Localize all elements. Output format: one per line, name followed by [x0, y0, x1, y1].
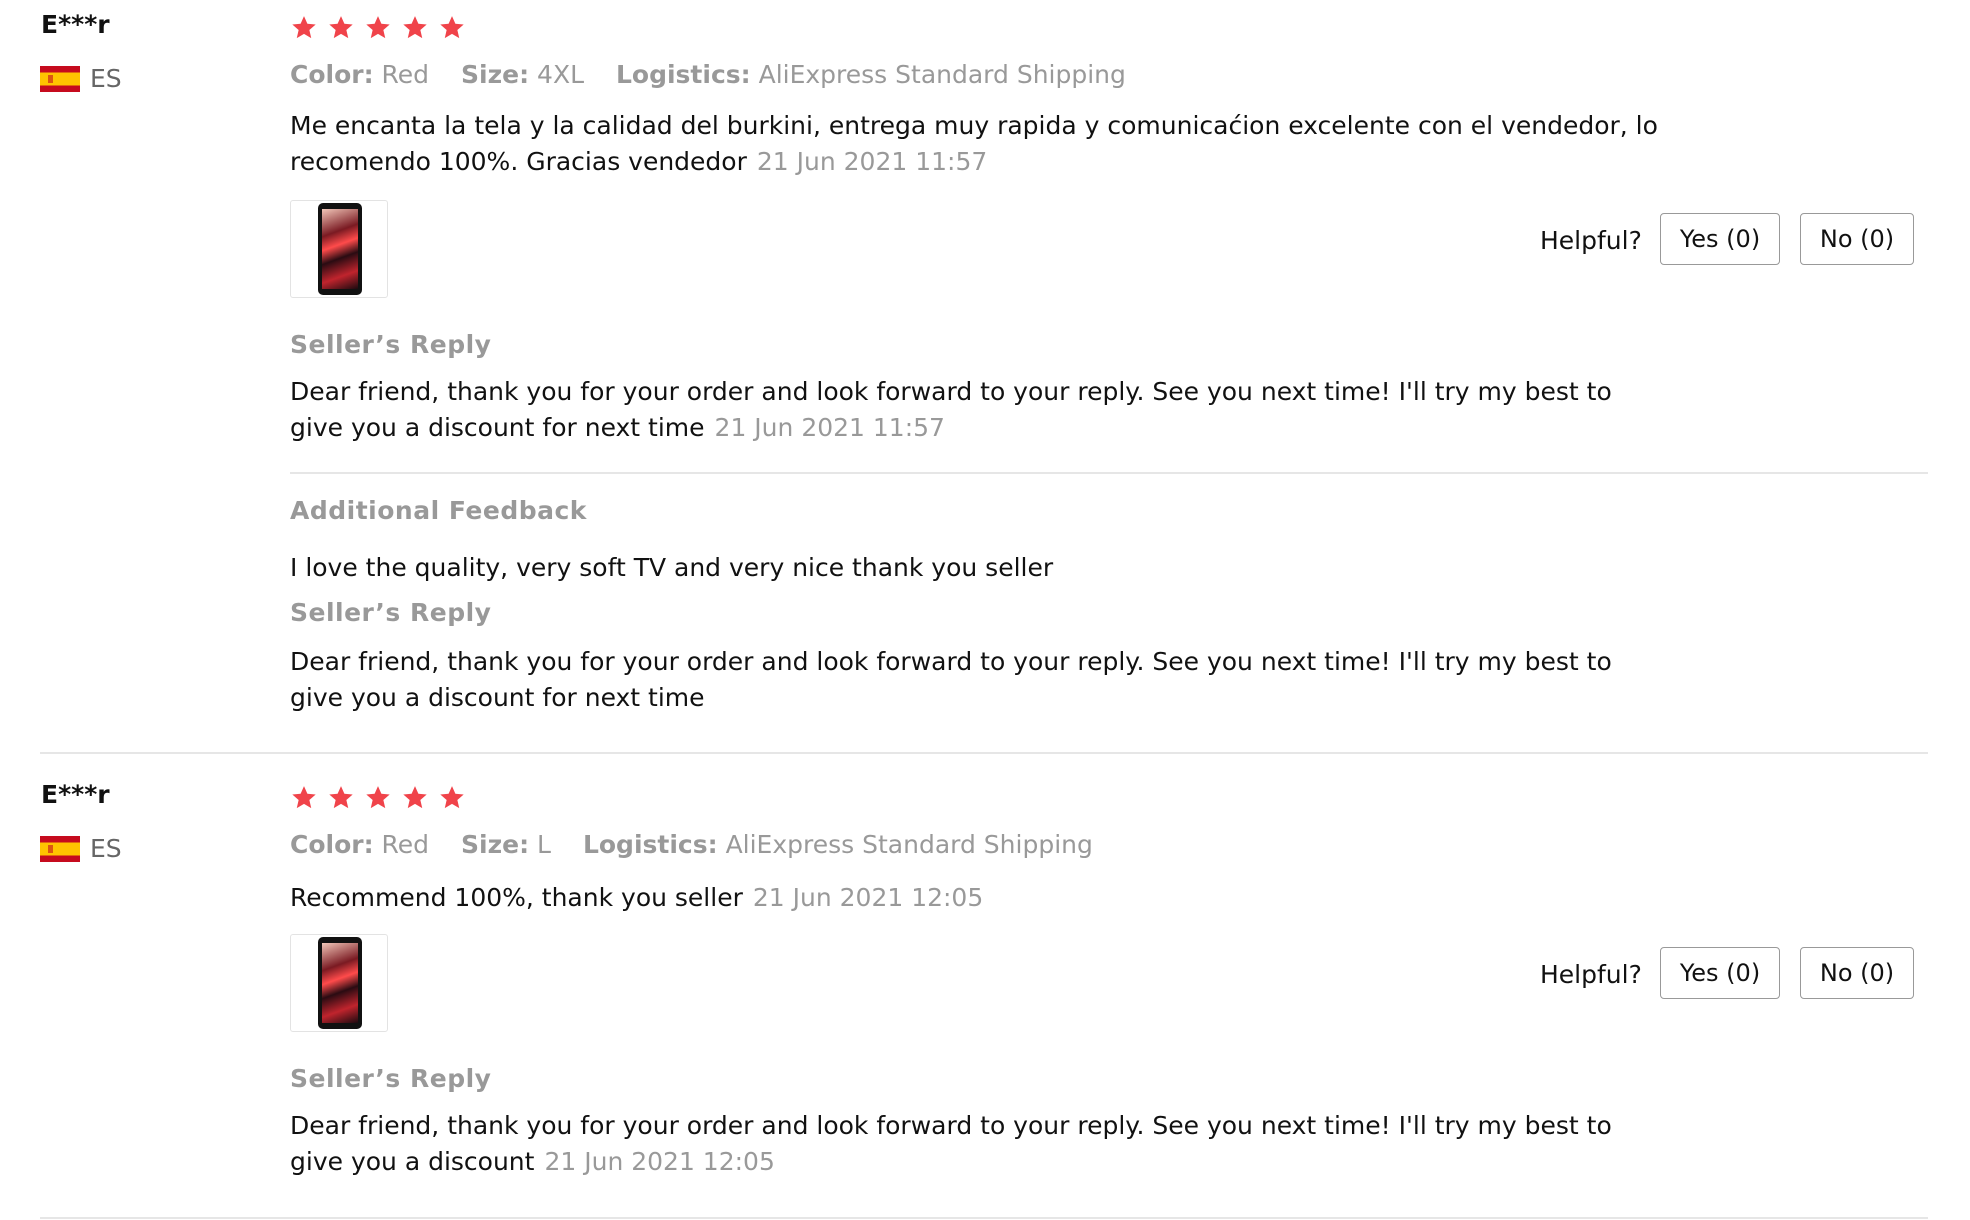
- spain-flag-icon: [40, 66, 80, 92]
- review-item: E***r ES Color: Red Size: L Logistics: A…: [0, 770, 1970, 1220]
- helpful-no-button[interactable]: No (0): [1800, 947, 1914, 999]
- rating-stars: [290, 784, 470, 816]
- helpful-label: Helpful?: [1540, 960, 1642, 989]
- spain-flag-icon: [40, 836, 80, 862]
- seller-reply-text: Dear friend, thank you for your order an…: [290, 377, 1612, 442]
- reviewer-country: ES: [90, 64, 122, 93]
- logistics-value: AliExpress Standard Shipping: [725, 830, 1093, 859]
- star-icon: [290, 14, 318, 42]
- review-text-block: Me encanta la tela y la calidad del burk…: [290, 108, 1660, 180]
- logistics-label: Logistics:: [582, 830, 718, 859]
- star-icon: [438, 14, 466, 42]
- review-item: E***r ES Color: Red Size: 4XL Logistics:…: [0, 0, 1970, 752]
- seller-reply-title: Seller’s Reply: [290, 330, 492, 359]
- seller-reply-block: Dear friend, thank you for your order an…: [290, 1108, 1660, 1180]
- additional-feedback-title: Additional Feedback: [290, 496, 587, 525]
- color-value: Red: [381, 830, 430, 859]
- size-label: Size:: [461, 830, 530, 859]
- reviewer-name: E***r: [41, 780, 110, 809]
- star-icon: [401, 14, 429, 42]
- star-icon: [364, 14, 392, 42]
- review-photo-thumbnail[interactable]: [290, 934, 388, 1032]
- order-info: Color: Red Size: 4XL Logistics: AliExpre…: [290, 60, 1126, 89]
- review-text-block: Recommend 100%, thank you seller 21 Jun 2…: [290, 880, 1660, 916]
- seller-reply-date: 21 Jun 2021 12:05: [544, 1147, 775, 1176]
- size-label: Size:: [461, 60, 530, 89]
- size-value: L: [537, 830, 551, 859]
- seller-reply-block: Dear friend, thank you for your order an…: [290, 374, 1660, 446]
- divider: [290, 472, 1928, 474]
- star-icon: [364, 784, 392, 812]
- seller-reply-date: 21 Jun 2021 11:57: [714, 413, 945, 442]
- helpful-label: Helpful?: [1540, 226, 1642, 255]
- size-value: 4XL: [537, 60, 585, 89]
- reviewer-name: E***r: [41, 10, 110, 39]
- review-divider: [40, 752, 1928, 754]
- star-icon: [327, 784, 355, 812]
- reviews-list: E***r ES Color: Red Size: 4XL Logistics:…: [0, 0, 1970, 1220]
- reviewer-country: ES: [90, 834, 122, 863]
- logistics-label: Logistics:: [615, 60, 751, 89]
- color-value: Red: [381, 60, 430, 89]
- review-photo-thumbnail[interactable]: [290, 200, 388, 298]
- star-icon: [401, 784, 429, 812]
- additional-feedback-text: I love the quality, very soft TV and ver…: [290, 553, 1054, 582]
- logistics-value: AliExpress Standard Shipping: [758, 60, 1126, 89]
- review-text: Recommend 100%, thank you seller: [290, 883, 743, 912]
- seller-reply-text: Dear friend, thank you for your order an…: [290, 1111, 1612, 1176]
- helpful-no-button[interactable]: No (0): [1800, 213, 1914, 265]
- order-info: Color: Red Size: L Logistics: AliExpress…: [290, 830, 1093, 859]
- helpful-yes-button[interactable]: Yes (0): [1660, 947, 1780, 999]
- helpful-yes-button[interactable]: Yes (0): [1660, 213, 1780, 265]
- seller-reply-text: Dear friend, thank you for your order an…: [290, 647, 1612, 712]
- review-divider: [40, 1217, 1928, 1219]
- rating-stars: [290, 14, 470, 46]
- star-icon: [438, 784, 466, 812]
- color-label: Color:: [290, 60, 374, 89]
- seller-reply-title: Seller’s Reply: [290, 598, 492, 627]
- color-label: Color:: [290, 830, 374, 859]
- star-icon: [290, 784, 318, 812]
- seller-reply-title: Seller’s Reply: [290, 1064, 492, 1093]
- star-icon: [327, 14, 355, 42]
- review-date: 21 Jun 2021 12:05: [752, 883, 984, 912]
- review-date: 21 Jun 2021 11:57: [756, 147, 988, 176]
